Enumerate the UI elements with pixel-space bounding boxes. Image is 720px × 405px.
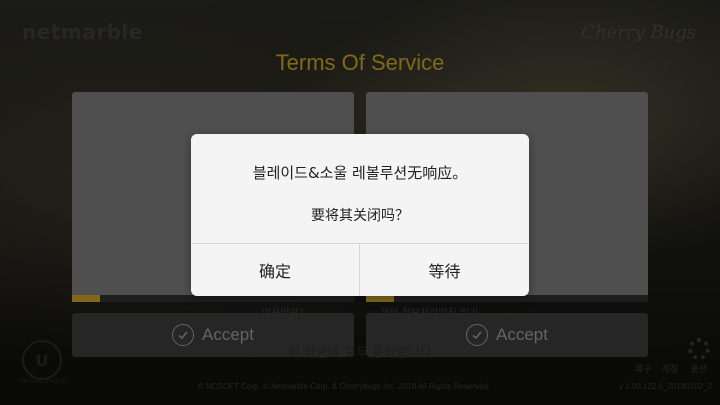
wait-button[interactable]: 等待 xyxy=(360,244,529,296)
dialog-question: 要将其关闭吗？ xyxy=(311,208,409,224)
ok-button[interactable]: 确定 xyxy=(191,244,359,296)
dialog-message: 블레이드&소울 레볼루션无响应。 xyxy=(252,164,468,182)
anr-dialog: 블레이드&소울 레볼루션无响应。 要将其关闭吗？ 确定 等待 xyxy=(191,134,529,296)
